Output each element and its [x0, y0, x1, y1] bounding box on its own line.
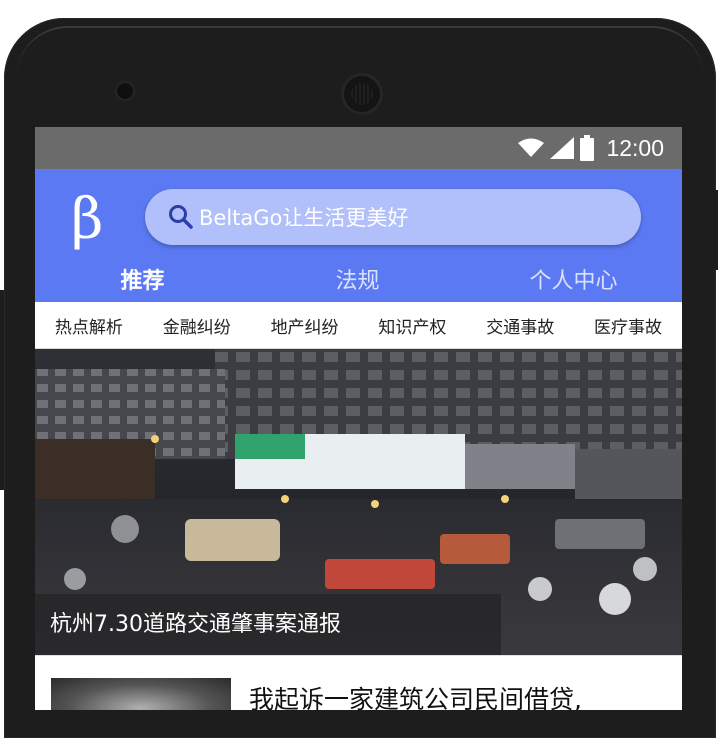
- category-realestate-dispute[interactable]: 地产纠纷: [267, 313, 343, 338]
- list-item[interactable]: 我起诉一家建筑公司民间借贷,: [35, 655, 682, 710]
- hero-caption: 杭州7.30道路交通肇事案通报: [35, 594, 501, 655]
- news-title: 我起诉一家建筑公司民间借贷,: [249, 685, 582, 710]
- app-header: β BeltaGo让生活更美好 推荐 法规 个人中心: [35, 169, 682, 302]
- category-medical-accident[interactable]: 医疗事故: [590, 313, 666, 338]
- app-logo[interactable]: β: [71, 185, 111, 255]
- side-button-left: [0, 290, 4, 490]
- category-bar: 热点解析 金融纠纷 地产纠纷 知识产权 交通事故 医疗事故: [35, 302, 682, 349]
- category-hot-analysis[interactable]: 热点解析: [51, 313, 127, 338]
- side-button-right: [714, 190, 718, 270]
- tab-regulations[interactable]: 法规: [250, 263, 465, 301]
- status-icons: 12:00: [518, 135, 664, 161]
- news-thumbnail: [51, 678, 231, 710]
- search-input[interactable]: BeltaGo让生活更美好: [145, 189, 641, 245]
- front-camera: [117, 83, 133, 99]
- category-traffic-accident[interactable]: 交通事故: [482, 313, 558, 338]
- category-finance-dispute[interactable]: 金融纠纷: [159, 313, 235, 338]
- tab-recommend[interactable]: 推荐: [35, 263, 250, 301]
- wifi-icon: [518, 138, 545, 157]
- status-bar: 12:00: [35, 127, 682, 169]
- category-intellectual-property[interactable]: 知识产权: [374, 313, 450, 338]
- main-tabs: 推荐 法规 个人中心: [35, 263, 682, 301]
- earpiece-speaker: [341, 73, 383, 115]
- phone-screen: 12:00 β BeltaGo让生活更美好 推荐 法规 个人中心 热点解析 金融…: [35, 127, 682, 710]
- search-icon: [169, 205, 193, 229]
- tab-profile[interactable]: 个人中心: [465, 263, 682, 301]
- signal-icon: [550, 137, 575, 159]
- status-time: 12:00: [606, 134, 664, 161]
- search-placeholder: BeltaGo让生活更美好: [199, 206, 409, 230]
- battery-icon: [580, 135, 595, 161]
- hero-banner[interactable]: 杭州7.30道路交通肇事案通报: [35, 349, 682, 655]
